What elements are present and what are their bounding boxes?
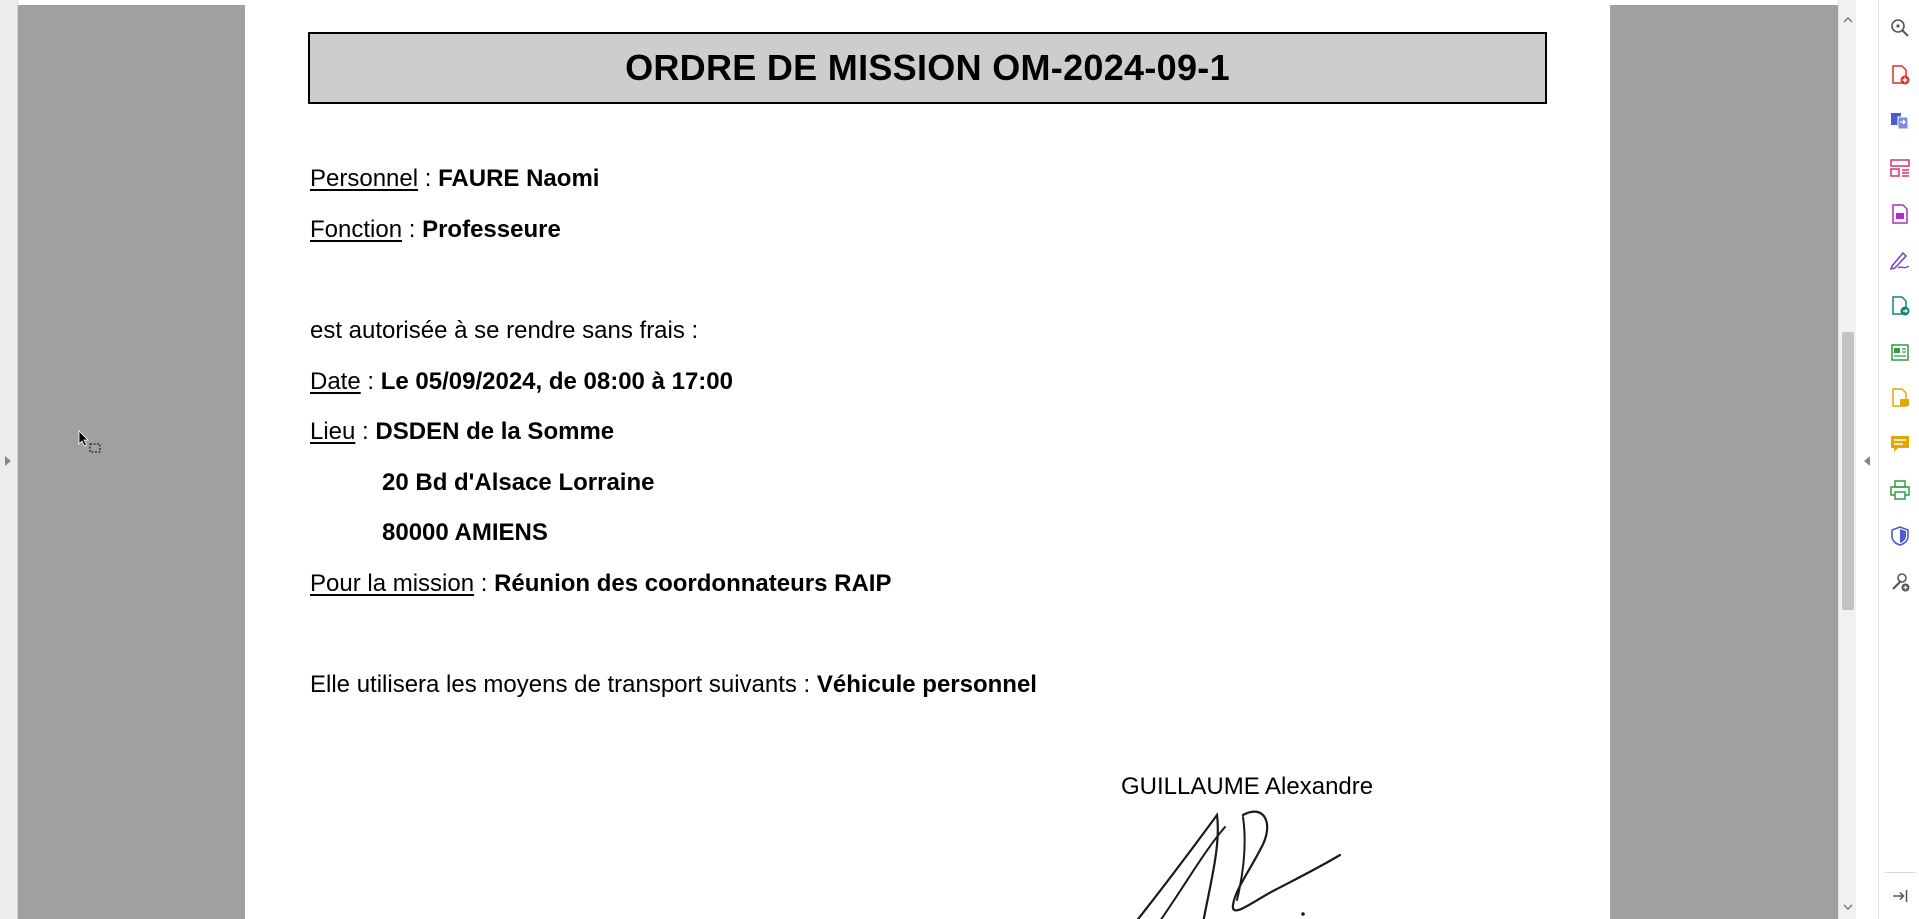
lieu-value-line2: 20 Bd d'Alsace Lorraine [382,469,655,496]
colon: : [474,570,495,597]
protect-button[interactable] [1887,523,1913,549]
expand-right-pane-icon[interactable] [1864,456,1870,466]
print-production-icon [1890,480,1910,500]
transport-line: Elle utilisera les moyens de transport s… [310,671,1037,699]
colon: : [402,216,423,243]
organize-pages-icon [1890,159,1910,177]
send-for-signature-icon [1892,296,1910,316]
expand-left-pane-icon[interactable] [5,456,11,466]
document-page: ORDRE DE MISSION OM-2024-09-1 Personnel … [245,5,1610,919]
handwritten-signature [1136,810,1342,919]
lieu-value-line3: 80000 AMIENS [382,519,548,546]
lieu-value-line1: DSDEN de la Somme [375,418,615,445]
colon: : [418,165,439,192]
combine-files-icon [1891,113,1909,130]
tools-sidebar [1878,0,1919,919]
date-label: Date [310,368,361,395]
zoom-icon [1891,19,1909,37]
colon: : [360,368,381,395]
create-pdf-button[interactable] [1887,62,1913,88]
document-viewport[interactable]: ORDRE DE MISSION OM-2024-09-1 Personnel … [18,0,1838,919]
edit-pdf-button[interactable] [1887,339,1913,365]
collapse-panel-icon [1893,890,1908,902]
create-pdf-icon [1892,65,1910,85]
mission-line: Pour la mission : Réunion des coordonnat… [310,570,891,598]
transport-text: Elle utilisera les moyens de transport s… [310,671,811,698]
lieu-line: Lieu : DSDEN de la Somme [310,418,614,446]
lieu-label: Lieu [310,418,356,445]
authorization-text: est autorisée à se rendre sans frais : [310,317,699,344]
transport-value: Véhicule personnel [816,671,1037,698]
fill-sign-icon [1889,251,1910,271]
fonction-value: Professeure [422,216,561,243]
more-tools-icon [1892,573,1910,592]
personnel-line: Personnel : FAURE Naomi [310,165,599,193]
colon: : [355,418,376,445]
tools-separator [1885,872,1915,873]
scroll-down-icon[interactable] [1843,902,1853,912]
personnel-value: FAURE Naomi [438,165,600,192]
export-pdf-icon [1892,204,1908,224]
export-pdf-button[interactable] [1887,201,1913,227]
document-title-box: ORDRE DE MISSION OM-2024-09-1 [308,32,1547,104]
scroll-up-icon[interactable] [1843,15,1853,25]
print-production-button[interactable] [1887,477,1913,503]
vertical-scrollbar[interactable] [1838,0,1856,919]
comment-file-button[interactable] [1887,385,1913,411]
comment-button[interactable] [1887,431,1913,457]
date-line: Date : Le 05/09/2024, de 08:00 à 17:00 [310,368,733,396]
fonction-line: Fonction : Professeure [310,216,561,244]
comment-file-icon [1892,388,1909,407]
protect-icon [1891,526,1909,546]
mission-label: Pour la mission [310,570,475,597]
personnel-label: Personnel [310,165,419,192]
organize-pages-button[interactable] [1887,155,1913,181]
fill-sign-button[interactable] [1887,247,1913,273]
combine-files-button[interactable] [1887,108,1913,134]
document-title: ORDRE DE MISSION OM-2024-09-1 [625,47,1230,88]
signer-name: GUILLAUME Alexandre [1121,773,1374,800]
edit-pdf-icon [1891,344,1909,361]
collapse-tools-panel-button[interactable] [1887,883,1913,909]
send-for-signature-button[interactable] [1887,293,1913,319]
pdf-viewer-app: ORDRE DE MISSION OM-2024-09-1 Personnel … [0,0,1919,919]
left-pane-toggle[interactable] [0,0,18,919]
scrollbar-thumb[interactable] [1842,332,1854,610]
right-pane-toggle[interactable] [1856,0,1878,919]
comment-icon [1891,436,1909,452]
more-tools-button[interactable] [1887,569,1913,595]
zoom-tool-button[interactable] [1887,15,1913,41]
date-value: Le 05/09/2024, de 08:00 à 17:00 [380,368,733,395]
marquee-zoom-cursor-icon [78,430,101,453]
fonction-label: Fonction [310,216,403,243]
mission-value: Réunion des coordonnateurs RAIP [494,570,892,597]
